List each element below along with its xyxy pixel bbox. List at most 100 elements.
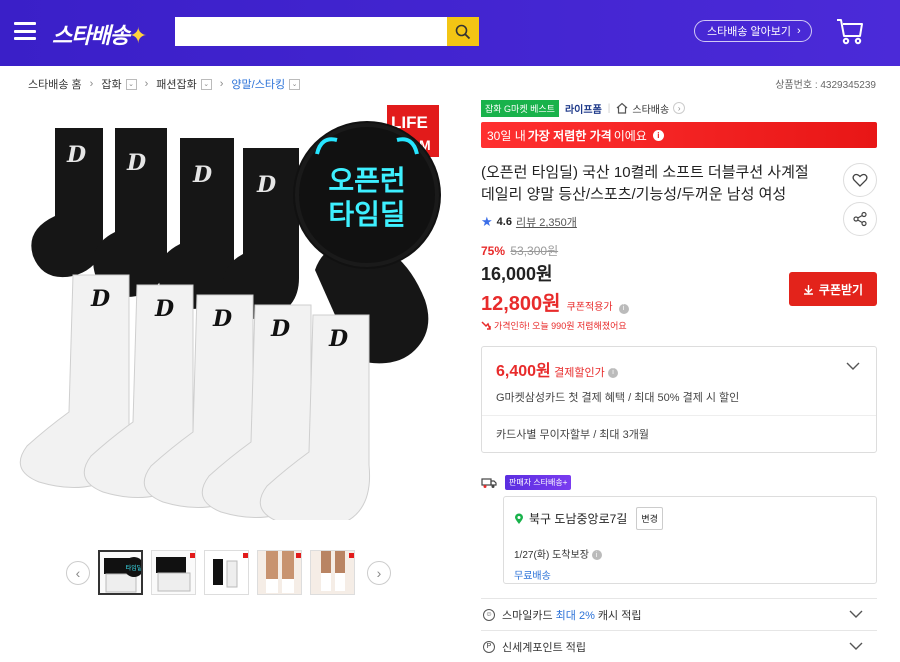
breadcrumb-label: 패션잡화 bbox=[156, 79, 197, 91]
shinsegae-point-benefit-row[interactable]: P 신세계포인트 적립 bbox=[481, 630, 877, 662]
price-drop-notice: 가격인하! 오늘 990원 저렴해졌어요 bbox=[481, 319, 877, 332]
thumbnail-image bbox=[258, 551, 301, 594]
benefits-list: ☺ 스마일카드 최대 2% 캐시 적립 P 신세계포인트 적립 bbox=[481, 598, 877, 662]
thumbnail-1[interactable]: 타임딜 bbox=[98, 550, 143, 595]
breadcrumb-category-3[interactable]: 양말/스타킹 ⌄ bbox=[231, 76, 301, 92]
info-icon[interactable]: i bbox=[608, 367, 619, 378]
thumbnail-image bbox=[205, 551, 248, 594]
smile-card-icon: ☺ bbox=[483, 608, 495, 621]
top-header: 스타배송✦ 스타배송 알아보기 › bbox=[0, 0, 900, 66]
product-number: 상품번호 : 4329345239 bbox=[775, 80, 876, 91]
lowest-price-banner: 30일 내 가장 저렴한 가격 이에요 i bbox=[481, 122, 877, 148]
sock-letter: D bbox=[90, 286, 110, 312]
download-icon bbox=[803, 284, 813, 295]
card-discount-desc: G마켓삼성카드 첫 결제 혜택 / 최대 50% 결제 시 할인 bbox=[496, 392, 740, 404]
timedeal-line2: 타임딜 bbox=[328, 198, 405, 231]
arrival-guarantee: 1/27(화) 도착보장 i bbox=[514, 546, 866, 561]
logo-star-icon: ✦ bbox=[128, 23, 147, 48]
truck-icon bbox=[481, 477, 497, 488]
breadcrumb-label: 스타배송 홈 bbox=[28, 79, 82, 91]
search-button[interactable] bbox=[447, 17, 479, 46]
star-icon: ★ bbox=[481, 214, 493, 229]
breadcrumb-separator: › bbox=[89, 78, 94, 90]
svg-text:D: D bbox=[256, 172, 276, 198]
benefit-text: 신세계포인트 적립 bbox=[502, 641, 587, 654]
thumbnail-image: 타임딜 bbox=[100, 552, 143, 593]
chevron-down-icon bbox=[849, 642, 863, 650]
divider: | bbox=[607, 102, 611, 114]
svg-text:D: D bbox=[192, 162, 212, 188]
breadcrumb-separator: › bbox=[219, 78, 224, 90]
share-icon bbox=[853, 211, 867, 227]
breadcrumb-separator: › bbox=[144, 78, 149, 90]
benefit-highlight: 최대 2% bbox=[555, 609, 595, 622]
svg-text:D: D bbox=[126, 150, 146, 176]
coupon-price: 12,800원 bbox=[481, 293, 561, 315]
share-button[interactable] bbox=[843, 202, 877, 236]
original-price: 53,300원 bbox=[510, 244, 559, 258]
brand-link[interactable]: 라이프폼 bbox=[565, 101, 602, 116]
thumbnail-5[interactable] bbox=[310, 550, 355, 595]
store-link[interactable]: 스타배송 › bbox=[616, 101, 686, 116]
store-name: 스타배송 bbox=[632, 104, 670, 116]
thumbnail-4[interactable] bbox=[257, 550, 302, 595]
info-icon[interactable]: i bbox=[652, 129, 664, 141]
seller-star-delivery-badge: 판매자 스타배송+ bbox=[505, 475, 572, 490]
breadcrumb-category-2[interactable]: 패션잡화 ⌄ bbox=[156, 76, 212, 92]
svg-text:D: D bbox=[154, 296, 174, 322]
rating-score: 4.6 bbox=[496, 216, 512, 228]
rating-row: ★ 4.6 리뷰 2,350개 bbox=[481, 214, 877, 230]
search-icon bbox=[455, 24, 471, 39]
wishlist-button[interactable] bbox=[843, 163, 877, 197]
chevron-right-icon: › bbox=[797, 25, 801, 37]
discount-percent: 75% bbox=[481, 244, 506, 258]
review-count-link[interactable]: 리뷰 2,350개 bbox=[516, 214, 577, 230]
breadcrumb-category-1[interactable]: 잡화 ⌄ bbox=[101, 76, 137, 92]
thumbnail-image bbox=[311, 551, 354, 594]
cart-icon[interactable] bbox=[836, 16, 864, 46]
heart-icon bbox=[852, 173, 868, 187]
coupon-price-label: 쿠폰적용가 bbox=[566, 302, 613, 313]
dropdown-icon[interactable]: ⌄ bbox=[289, 78, 301, 90]
about-star-delivery-button[interactable]: 스타배송 알아보기 › bbox=[694, 20, 812, 42]
change-address-button[interactable]: 변경 bbox=[636, 507, 663, 530]
dropdown-icon[interactable]: ⌄ bbox=[125, 78, 137, 90]
logo[interactable]: 스타배송✦ bbox=[52, 18, 147, 50]
thumbnail-image bbox=[152, 551, 195, 594]
info-icon[interactable]: i bbox=[591, 550, 602, 561]
delivery-box: 북구 도남중앙로7길 변경 1/27(화) 도착보장 i 무료배송 bbox=[503, 496, 877, 584]
best-badge[interactable]: 잡화 G마켓 베스트 bbox=[481, 99, 559, 117]
price-drop-text: 가격인하! 오늘 990원 저렴해졌어요 bbox=[494, 321, 627, 331]
thumbnail-prev-button[interactable]: ‹ bbox=[66, 560, 90, 585]
benefit-text: 스마일카드 bbox=[502, 609, 556, 622]
product-title: (오픈런 타임딜) 국산 10켤레 소프트 더블쿠션 사계절 데일리 양말 등산… bbox=[481, 164, 809, 203]
thumbnail-next-button[interactable]: › bbox=[367, 560, 391, 585]
card-discount-toggle[interactable]: 6,400원 결제할인가 i G마켓삼성카드 첫 결제 혜택 / 최대 50% … bbox=[482, 347, 876, 416]
breadcrumb-home[interactable]: 스타배송 홈 bbox=[28, 76, 82, 92]
product-tags: 잡화 G마켓 베스트 라이프폼 | 스타배송 › bbox=[481, 99, 877, 117]
delivery-address-row: 북구 도남중앙로7길 변경 bbox=[514, 507, 866, 530]
get-coupon-button[interactable]: 쿠폰받기 bbox=[789, 272, 877, 306]
breadcrumb-label: 양말/스타킹 bbox=[231, 79, 286, 91]
free-shipping: 무료배송 bbox=[514, 571, 551, 582]
chevron-down-icon bbox=[849, 610, 863, 618]
smile-card-benefit-row[interactable]: ☺ 스마일카드 최대 2% 캐시 적립 bbox=[481, 598, 877, 630]
product-main-image[interactable]: DDDD D DDDD LIFE FARM 오픈런 타임딜 bbox=[15, 100, 445, 520]
product-info-panel: 잡화 G마켓 베스트 라이프폼 | 스타배송 › 30일 내 가장 저렴한 가격… bbox=[481, 99, 877, 662]
socks-illustration: DDDD D DDDD LIFE FARM 오픈런 타임딜 bbox=[19, 105, 441, 520]
delivery-address: 북구 도남중앙로7길 bbox=[529, 512, 628, 526]
svg-text:D: D bbox=[270, 316, 290, 342]
info-icon[interactable]: i bbox=[618, 303, 629, 314]
dropdown-icon[interactable]: ⌄ bbox=[200, 78, 212, 90]
about-label: 스타배송 알아보기 bbox=[707, 26, 792, 38]
search-input[interactable] bbox=[175, 17, 447, 46]
svg-text:타임딜: 타임딜 bbox=[126, 564, 143, 572]
location-pin-icon bbox=[515, 513, 523, 524]
search-bar bbox=[175, 17, 479, 46]
arrival-text: 1/27(화) 도착보장 bbox=[514, 550, 589, 561]
menu-icon[interactable] bbox=[14, 22, 36, 40]
thumbnail-3[interactable] bbox=[204, 550, 249, 595]
thumbnail-2[interactable] bbox=[151, 550, 196, 595]
banner-bold: 가장 저렴한 가격 bbox=[527, 128, 612, 143]
coupon-button-label: 쿠폰받기 bbox=[818, 282, 864, 297]
